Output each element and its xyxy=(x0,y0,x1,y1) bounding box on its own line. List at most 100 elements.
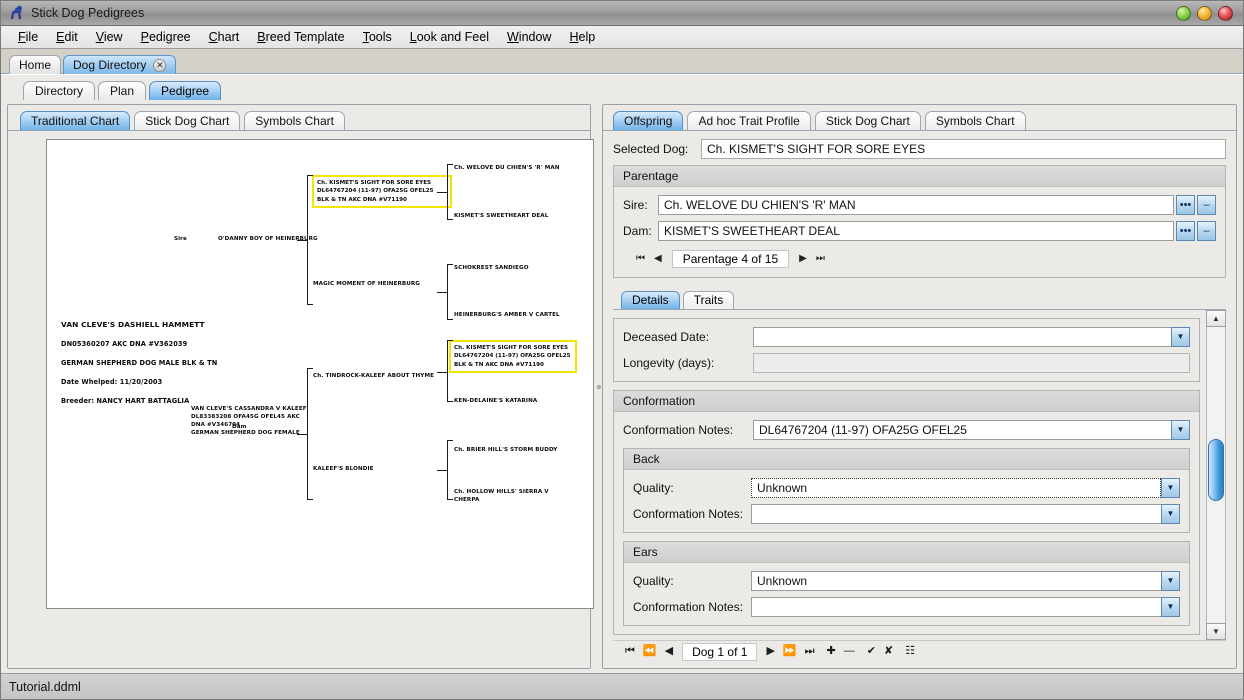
subject-whelped: Date Whelped: 11/20/2003 xyxy=(61,378,291,388)
pedigree-gen3-1[interactable]: Ch. WELOVE DU CHIEN'S 'R' MAN xyxy=(454,164,584,172)
chevron-down-icon[interactable]: ▼ xyxy=(1161,571,1180,591)
menu-pedigree[interactable]: Pedigree xyxy=(132,28,200,46)
sire-clear-button[interactable]: – xyxy=(1197,195,1216,215)
pedigree-gen3-2[interactable]: KISMET'S SWEETHEART DEAL xyxy=(454,212,584,220)
record-add-button[interactable]: ✚ xyxy=(825,646,838,657)
deceased-date-combo[interactable]: ▼ xyxy=(753,327,1190,347)
window-controls xyxy=(1176,6,1239,21)
scrollbar-track[interactable] xyxy=(1206,327,1226,623)
parentage-prev-button[interactable]: ◀ xyxy=(651,253,665,265)
pedigree-gen2-2[interactable]: Ch. TINDROCK-KALEEF ABOUT THYME xyxy=(313,372,438,380)
menu-breed-template[interactable]: Breed Template xyxy=(248,28,353,46)
menu-file[interactable]: File xyxy=(9,28,47,46)
back-quality-input[interactable]: Unknown xyxy=(751,478,1161,498)
pedigree-gen3-6[interactable]: Ch. BRIER HILL'S STORM BUDDY xyxy=(454,446,584,454)
dam-row: Dam: KISMET'S SWEETHEART DEAL ••• – xyxy=(623,221,1216,241)
tab-offspring-label: Offspring xyxy=(624,114,672,128)
ears-quality-combo[interactable]: Unknown ▼ xyxy=(751,571,1180,591)
conformation-notes-input[interactable]: DL64767204 (11-97) OFA25G OFEL25 xyxy=(753,420,1171,440)
chevron-down-icon[interactable]: ▼ xyxy=(1171,420,1190,440)
record-cancel-button[interactable]: ✘ xyxy=(882,646,895,657)
scroll-up-icon[interactable]: ▲ xyxy=(1206,310,1226,327)
tab-detail-stick-dog-chart[interactable]: Stick Dog Chart xyxy=(815,111,921,130)
pedigree-highlight-1[interactable]: Ch. KISMET'S SIGHT FOR SORE EYES DL64767… xyxy=(312,175,452,208)
menu-help[interactable]: Help xyxy=(560,28,604,46)
tab-directory-label: Directory xyxy=(35,84,83,98)
tab-stick-dog-chart[interactable]: Stick Dog Chart xyxy=(134,111,240,130)
menu-chart[interactable]: Chart xyxy=(200,28,249,46)
pedigree-gen2-3[interactable]: KALEEF'S BLONDIE xyxy=(313,465,443,473)
dam-input[interactable]: KISMET'S SWEETHEART DEAL xyxy=(658,221,1174,241)
ears-notes-input[interactable] xyxy=(751,597,1161,617)
tab-traditional-chart[interactable]: Traditional Chart xyxy=(20,111,130,130)
conformation-group-body: Conformation Notes: DL64767204 (11-97) O… xyxy=(614,412,1199,634)
chevron-down-icon[interactable]: ▼ xyxy=(1171,327,1190,347)
record-prev-button[interactable]: ◀ xyxy=(663,646,675,657)
pedigree-highlight-2[interactable]: Ch. KISMET'S SIGHT FOR SORE EYES DL64767… xyxy=(449,340,577,373)
pedigree-gen3-3[interactable]: SCHOKREST SANDIEGO xyxy=(454,264,584,272)
tab-details[interactable]: Details xyxy=(621,291,680,309)
record-grid-button[interactable]: ☷ xyxy=(903,646,917,657)
close-button[interactable] xyxy=(1218,6,1233,21)
pedigree-gen3-7[interactable]: Ch. HOLLOW HILLS' SIERRA V CHERPA xyxy=(454,488,564,504)
sire-input[interactable]: Ch. WELOVE DU CHIEN'S 'R' MAN xyxy=(658,195,1174,215)
dam-clear-button[interactable]: – xyxy=(1197,221,1216,241)
tab-ad-hoc-trait-profile[interactable]: Ad hoc Trait Profile xyxy=(687,111,810,130)
maximize-button[interactable] xyxy=(1197,6,1212,21)
back-notes-row: Conformation Notes: ▼ xyxy=(633,504,1180,524)
tab-detail-symbols-chart[interactable]: Symbols Chart xyxy=(925,111,1026,130)
chevron-down-icon[interactable]: ▼ xyxy=(1161,597,1180,617)
conformation-notes-combo[interactable]: DL64767204 (11-97) OFA25G OFEL25 ▼ xyxy=(753,420,1190,440)
pedigree-gen3-4[interactable]: HEINERBURG'S AMBER V CARTEL xyxy=(454,311,589,319)
details-vertical-scrollbar[interactable]: ▲ ▼ xyxy=(1206,310,1226,640)
parentage-first-button[interactable]: ⏮ xyxy=(633,253,648,265)
menu-look-and-feel[interactable]: Look and Feel xyxy=(401,28,498,46)
minimize-button[interactable] xyxy=(1176,6,1191,21)
pedigree-gen2-1[interactable]: MAGIC MOMENT OF HEINERBURG xyxy=(313,280,448,288)
bracket-gen3-b-stub xyxy=(437,292,448,293)
pedigree-canvas[interactable]: VAN CLEVE'S DASHIELL HAMMETT DN05360207 … xyxy=(8,131,590,668)
sire-browse-button[interactable]: ••• xyxy=(1176,195,1195,215)
record-remove-button[interactable]: — xyxy=(842,646,857,657)
scrollbar-thumb[interactable] xyxy=(1208,439,1224,501)
chevron-down-icon[interactable]: ▼ xyxy=(1161,504,1180,524)
tab-home[interactable]: Home xyxy=(9,55,61,74)
ears-section-title: Ears xyxy=(624,542,1189,563)
record-next-button[interactable]: ▶ xyxy=(764,646,776,657)
chevron-down-icon[interactable]: ▼ xyxy=(1161,478,1180,498)
close-icon[interactable]: ✕ xyxy=(153,59,166,72)
record-commit-button[interactable]: ✔ xyxy=(865,646,878,657)
parentage-last-button[interactable]: ⏭ xyxy=(813,253,828,265)
back-notes-combo[interactable]: ▼ xyxy=(751,504,1180,524)
parentage-next-button[interactable]: ▶ xyxy=(796,253,810,265)
conformation-notes-row: Conformation Notes: DL64767204 (11-97) O… xyxy=(623,420,1190,440)
deceased-date-input[interactable] xyxy=(753,327,1171,347)
record-last-button[interactable]: ⏭ xyxy=(803,646,817,657)
selected-dog-field[interactable]: Ch. KISMET'S SIGHT FOR SORE EYES xyxy=(701,139,1226,159)
tab-directory[interactable]: Directory xyxy=(23,81,95,100)
tab-details-label: Details xyxy=(632,293,669,307)
tab-pedigree[interactable]: Pedigree xyxy=(149,81,221,100)
tab-offspring[interactable]: Offspring xyxy=(613,111,683,130)
ears-quality-input[interactable]: Unknown xyxy=(751,571,1161,591)
tab-symbols-chart[interactable]: Symbols Chart xyxy=(244,111,345,130)
tab-plan[interactable]: Plan xyxy=(98,81,146,100)
pedigree-dam[interactable]: VAN CLEVE'S CASSANDRA V KALEEF DL8338320… xyxy=(191,405,319,437)
back-quality-combo[interactable]: Unknown ▼ xyxy=(751,478,1180,498)
pedigree-subject-block[interactable]: VAN CLEVE'S DASHIELL HAMMETT DN05360207 … xyxy=(61,310,291,416)
record-fast-next-button[interactable]: ⏩ xyxy=(781,646,799,657)
scroll-down-icon[interactable]: ▼ xyxy=(1206,623,1226,640)
record-first-button[interactable]: ⏮ xyxy=(623,646,637,657)
bracket-gen3-d-stub xyxy=(437,470,448,471)
pedigree-gen3-5[interactable]: KEN-DELAINE'S KATARINA xyxy=(454,397,584,405)
tab-dog-directory[interactable]: Dog Directory ✕ xyxy=(63,55,176,74)
tab-traits[interactable]: Traits xyxy=(683,291,735,309)
menu-view[interactable]: View xyxy=(87,28,132,46)
dam-browse-button[interactable]: ••• xyxy=(1176,221,1195,241)
ears-notes-combo[interactable]: ▼ xyxy=(751,597,1180,617)
back-notes-input[interactable] xyxy=(751,504,1161,524)
menu-window[interactable]: Window xyxy=(498,28,560,46)
record-fast-prev-button[interactable]: ⏪ xyxy=(641,646,659,657)
menu-edit[interactable]: Edit xyxy=(47,28,87,46)
menu-tools[interactable]: Tools xyxy=(354,28,401,46)
